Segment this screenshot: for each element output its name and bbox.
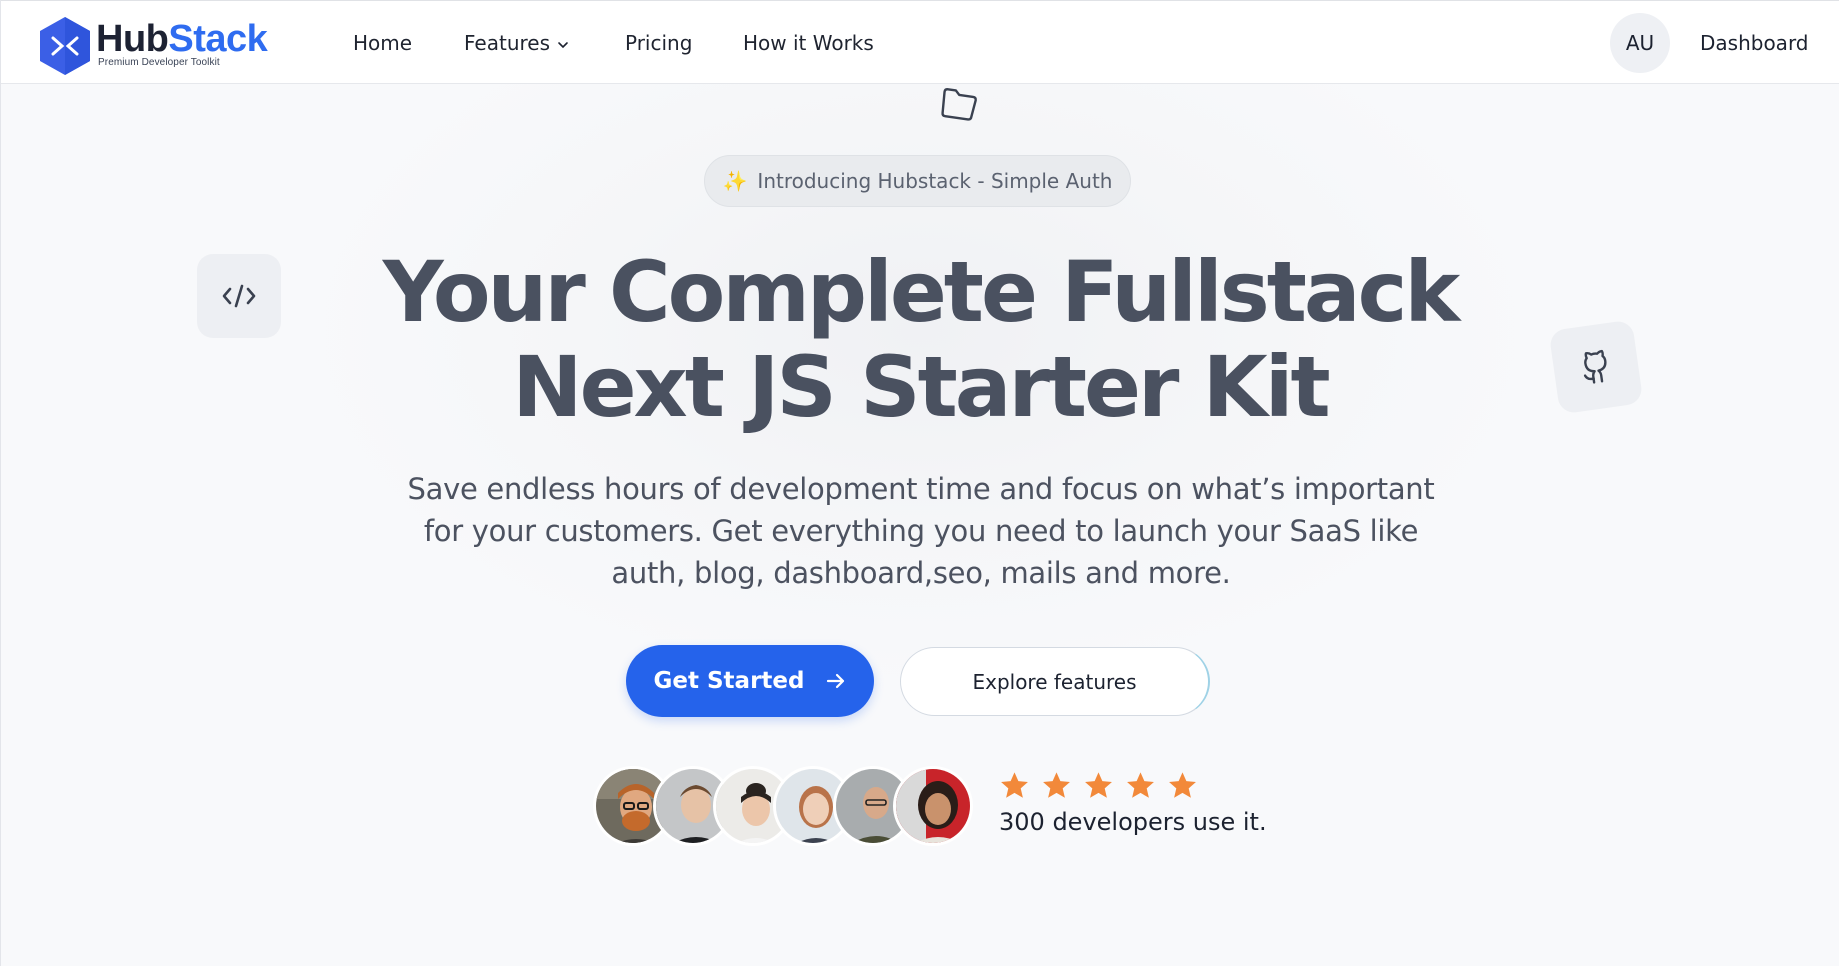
star-icon [1001,772,1028,798]
user-avatar[interactable]: AU [1610,13,1670,73]
hubstack-logo-icon [40,17,90,75]
brand-name-part1: Hub [96,18,169,60]
star-icon [1169,772,1196,798]
hero-subtitle: Save endless hours of development time a… [407,472,1435,590]
headline-line-1: Your Complete Fullstack [382,243,1461,341]
brand-name: HubStack [96,18,268,60]
social-proof-text: 300 developers use it. [999,808,1267,836]
nav-home[interactable]: Home [353,31,412,55]
arrow-right-icon [827,673,845,689]
brand-tagline: Premium Developer Toolkit [98,57,220,68]
get-started-label: Get Started [653,668,805,694]
nav-pricing[interactable]: Pricing [625,31,692,55]
dashboard-link[interactable]: Dashboard [1700,31,1809,55]
rating-stars [999,770,1198,801]
top-navbar: HubStack Premium Developer Toolkit Home … [1,0,1839,84]
hero-headline: Your Complete Fullstack Next JS Starter … [220,245,1620,435]
brand-name-part2: Stack [168,18,268,60]
star-icon [1043,772,1070,798]
landing-page: HubStack Premium Developer Toolkit Home … [0,0,1839,966]
folder-icon [941,88,977,121]
chevron-down-icon [558,41,568,48]
explore-features-button[interactable]: Explore features [900,647,1210,716]
headline-line-2: Next JS Starter Kit [512,338,1330,436]
avatar [893,766,973,846]
star-icon [1127,772,1154,798]
nav-how-it-works[interactable]: How it Works [743,31,874,55]
sparkles-icon: ✨ [722,169,748,193]
brand-logo[interactable]: HubStack Premium Developer Toolkit [38,16,278,76]
nav-features[interactable]: Features [464,31,570,55]
nav-features-label: Features [464,31,550,55]
badge-text: Introducing Hubstack - Simple Auth [757,169,1113,193]
get-started-button[interactable]: Get Started [626,645,874,717]
announcement-badge[interactable]: ✨ Introducing Hubstack - Simple Auth [704,155,1131,207]
star-icon [1085,772,1112,798]
